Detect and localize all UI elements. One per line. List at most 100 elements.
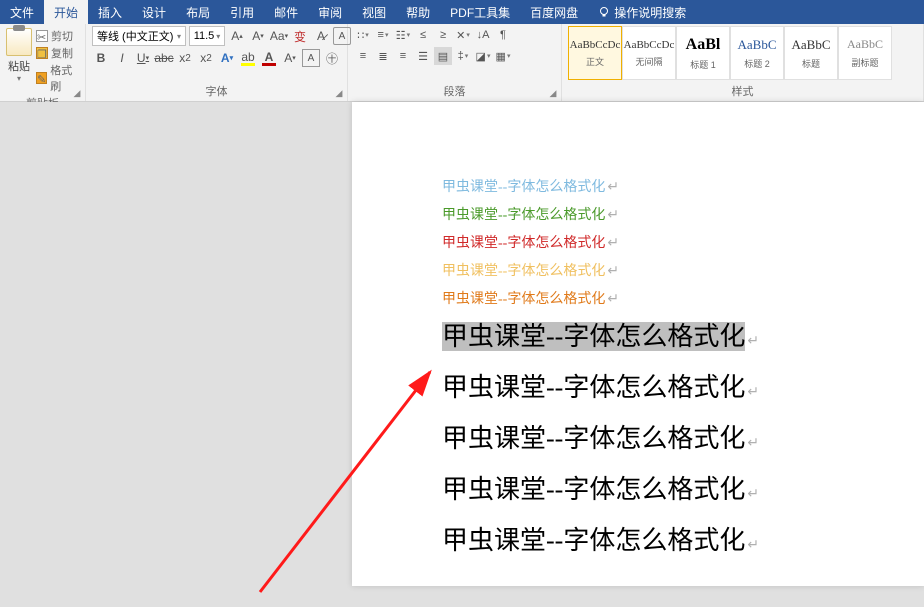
align-right-button[interactable]: ≡ — [394, 47, 412, 65]
document-line[interactable]: 甲虫课堂--字体怎么格式化↵ — [442, 204, 924, 224]
group-font: 等线 (中文正文)▾ 11.5▾ A▴ A▾ Aa▾ 变 A̷ A B I U▾… — [86, 24, 348, 101]
style-no-spacing[interactable]: AaBbCcDc 无间隔 — [622, 26, 676, 80]
numbering-button[interactable]: ≡ — [374, 26, 392, 44]
tab-file[interactable]: 文件 — [0, 0, 44, 24]
highlight-button[interactable]: ab — [239, 49, 257, 67]
format-painter-icon: ✎ — [36, 72, 47, 84]
text-direction-button[interactable]: ✕ — [454, 26, 472, 44]
font-color-button[interactable]: A — [260, 49, 278, 67]
tab-baidu[interactable]: 百度网盘 — [520, 0, 588, 24]
line-text[interactable]: 甲虫课堂--字体怎么格式化 — [442, 526, 745, 555]
document-line[interactable]: 甲虫课堂--字体怎么格式化↵ — [442, 520, 924, 557]
style-preview: AaBbC — [792, 37, 831, 53]
shrink-font-button[interactable]: A▾ — [249, 27, 267, 45]
document-line[interactable]: 甲虫课堂--字体怎么格式化↵ — [442, 316, 924, 353]
italic-button[interactable]: I — [113, 49, 131, 67]
tab-insert[interactable]: 插入 — [88, 0, 132, 24]
paste-button[interactable]: 粘贴 ▾ — [6, 26, 36, 83]
tab-references[interactable]: 引用 — [220, 0, 264, 24]
character-border-button[interactable]: A — [302, 49, 320, 67]
line-text[interactable]: 甲虫课堂--字体怎么格式化 — [442, 208, 605, 223]
style-label: 标题 — [802, 57, 820, 70]
circled-character-button[interactable]: ㊉ — [323, 49, 341, 67]
style-preview: AaBbC — [847, 37, 883, 52]
tab-bar: 文件 开始 插入 设计 布局 引用 邮件 审阅 视图 帮助 PDF工具集 百度网… — [0, 0, 924, 24]
style-label: 标题 2 — [744, 57, 770, 70]
align-left-button[interactable]: ≡ — [354, 47, 372, 65]
font-size-combo[interactable]: 11.5▾ — [189, 26, 225, 46]
borders-button[interactable]: ▦ — [494, 47, 512, 65]
document-line[interactable]: 甲虫课堂--字体怎么格式化↵ — [442, 288, 924, 308]
document-line[interactable]: 甲虫课堂--字体怎么格式化↵ — [442, 367, 924, 404]
line-text[interactable]: 甲虫课堂--字体怎么格式化 — [442, 322, 745, 351]
tab-view[interactable]: 视图 — [352, 0, 396, 24]
show-marks-button[interactable]: ¶ — [494, 26, 512, 44]
style-heading2[interactable]: AaBbC 标题 2 — [730, 26, 784, 80]
text-effects-button[interactable]: A▾ — [218, 49, 236, 67]
tab-help[interactable]: 帮助 — [396, 0, 440, 24]
tab-home[interactable]: 开始 — [44, 0, 88, 24]
document-line[interactable]: 甲虫课堂--字体怎么格式化↵ — [442, 418, 924, 455]
copy-icon: ❐ — [36, 47, 48, 59]
font-name-combo[interactable]: 等线 (中文正文)▾ — [92, 26, 186, 46]
sort-button[interactable]: ↓A — [474, 26, 492, 44]
workspace: 甲虫课堂--字体怎么格式化↵甲虫课堂--字体怎么格式化↵甲虫课堂--字体怎么格式… — [0, 102, 924, 586]
line-text[interactable]: 甲虫课堂--字体怎么格式化 — [442, 475, 745, 504]
paragraph-mark-icon: ↵ — [747, 334, 759, 349]
tab-layout[interactable]: 布局 — [176, 0, 220, 24]
grow-font-button[interactable]: A▴ — [228, 27, 246, 45]
phonetic-guide-button[interactable]: 变 — [291, 27, 309, 45]
increase-indent-button[interactable]: ≥ — [434, 26, 452, 44]
font-dialog-launcher[interactable]: ◢ — [333, 87, 345, 99]
document-line[interactable]: 甲虫课堂--字体怎么格式化↵ — [442, 469, 924, 506]
line-text[interactable]: 甲虫课堂--字体怎么格式化 — [442, 292, 605, 307]
shading-button[interactable]: ◪ — [474, 47, 492, 65]
paragraph-mark-icon: ↵ — [607, 236, 619, 251]
character-shading-button[interactable]: A▾ — [281, 49, 299, 67]
cut-icon: ✂ — [36, 30, 48, 42]
tab-tell-me[interactable]: 操作说明搜索 — [588, 0, 696, 24]
multilevel-list-button[interactable]: ☷ — [394, 26, 412, 44]
change-case-button[interactable]: Aa▾ — [270, 27, 288, 45]
style-subtitle[interactable]: AaBbC 副标题 — [838, 26, 892, 80]
align-center-button[interactable]: ≣ — [374, 47, 392, 65]
document-line[interactable]: 甲虫课堂--字体怎么格式化↵ — [442, 260, 924, 280]
tab-design[interactable]: 设计 — [132, 0, 176, 24]
line-text[interactable]: 甲虫课堂--字体怎么格式化 — [442, 424, 745, 453]
style-title[interactable]: AaBbC 标题 — [784, 26, 838, 80]
paste-label: 粘贴 — [8, 58, 30, 74]
decrease-indent-button[interactable]: ≤ — [414, 26, 432, 44]
bold-button[interactable]: B — [92, 49, 110, 67]
line-text[interactable]: 甲虫课堂--字体怎么格式化 — [442, 236, 605, 251]
distribute-button[interactable]: ▤ — [434, 47, 452, 65]
cut-button[interactable]: ✂剪切 — [36, 28, 79, 44]
paste-dropdown-icon[interactable]: ▾ — [17, 74, 21, 83]
copy-button[interactable]: ❐复制 — [36, 45, 79, 61]
paragraph-dialog-launcher[interactable]: ◢ — [547, 87, 559, 99]
document-page[interactable]: 甲虫课堂--字体怎么格式化↵甲虫课堂--字体怎么格式化↵甲虫课堂--字体怎么格式… — [352, 102, 924, 586]
clear-formatting-button[interactable]: A̷ — [312, 27, 330, 45]
superscript-button[interactable]: x2 — [197, 49, 215, 67]
line-text[interactable]: 甲虫课堂--字体怎么格式化 — [442, 180, 605, 195]
paragraph-mark-icon: ↵ — [607, 292, 619, 307]
line-text[interactable]: 甲虫课堂--字体怎么格式化 — [442, 373, 745, 402]
style-heading1[interactable]: AaBl 标题 1 — [676, 26, 730, 80]
clipboard-dialog-launcher[interactable]: ◢ — [71, 87, 83, 99]
document-line[interactable]: 甲虫课堂--字体怎么格式化↵ — [442, 232, 924, 252]
paragraph-mark-icon: ↵ — [747, 436, 759, 451]
underline-button[interactable]: U▾ — [134, 49, 152, 67]
tab-mailings[interactable]: 邮件 — [264, 0, 308, 24]
document-line[interactable]: 甲虫课堂--字体怎么格式化↵ — [442, 176, 924, 196]
justify-button[interactable]: ☰ — [414, 47, 432, 65]
line-spacing-button[interactable]: ‡ — [454, 47, 472, 65]
line-text[interactable]: 甲虫课堂--字体怎么格式化 — [442, 264, 605, 279]
style-label: 正文 — [586, 55, 604, 68]
bullets-button[interactable]: ∷ — [354, 26, 372, 44]
strikethrough-button[interactable]: abc — [155, 49, 173, 67]
left-gutter — [0, 102, 352, 586]
style-normal[interactable]: AaBbCcDc 正文 — [568, 26, 622, 80]
subscript-button[interactable]: x2 — [176, 49, 194, 67]
tab-review[interactable]: 审阅 — [308, 0, 352, 24]
tab-pdf[interactable]: PDF工具集 — [440, 0, 520, 24]
group-font-label: 字体 — [92, 82, 341, 101]
